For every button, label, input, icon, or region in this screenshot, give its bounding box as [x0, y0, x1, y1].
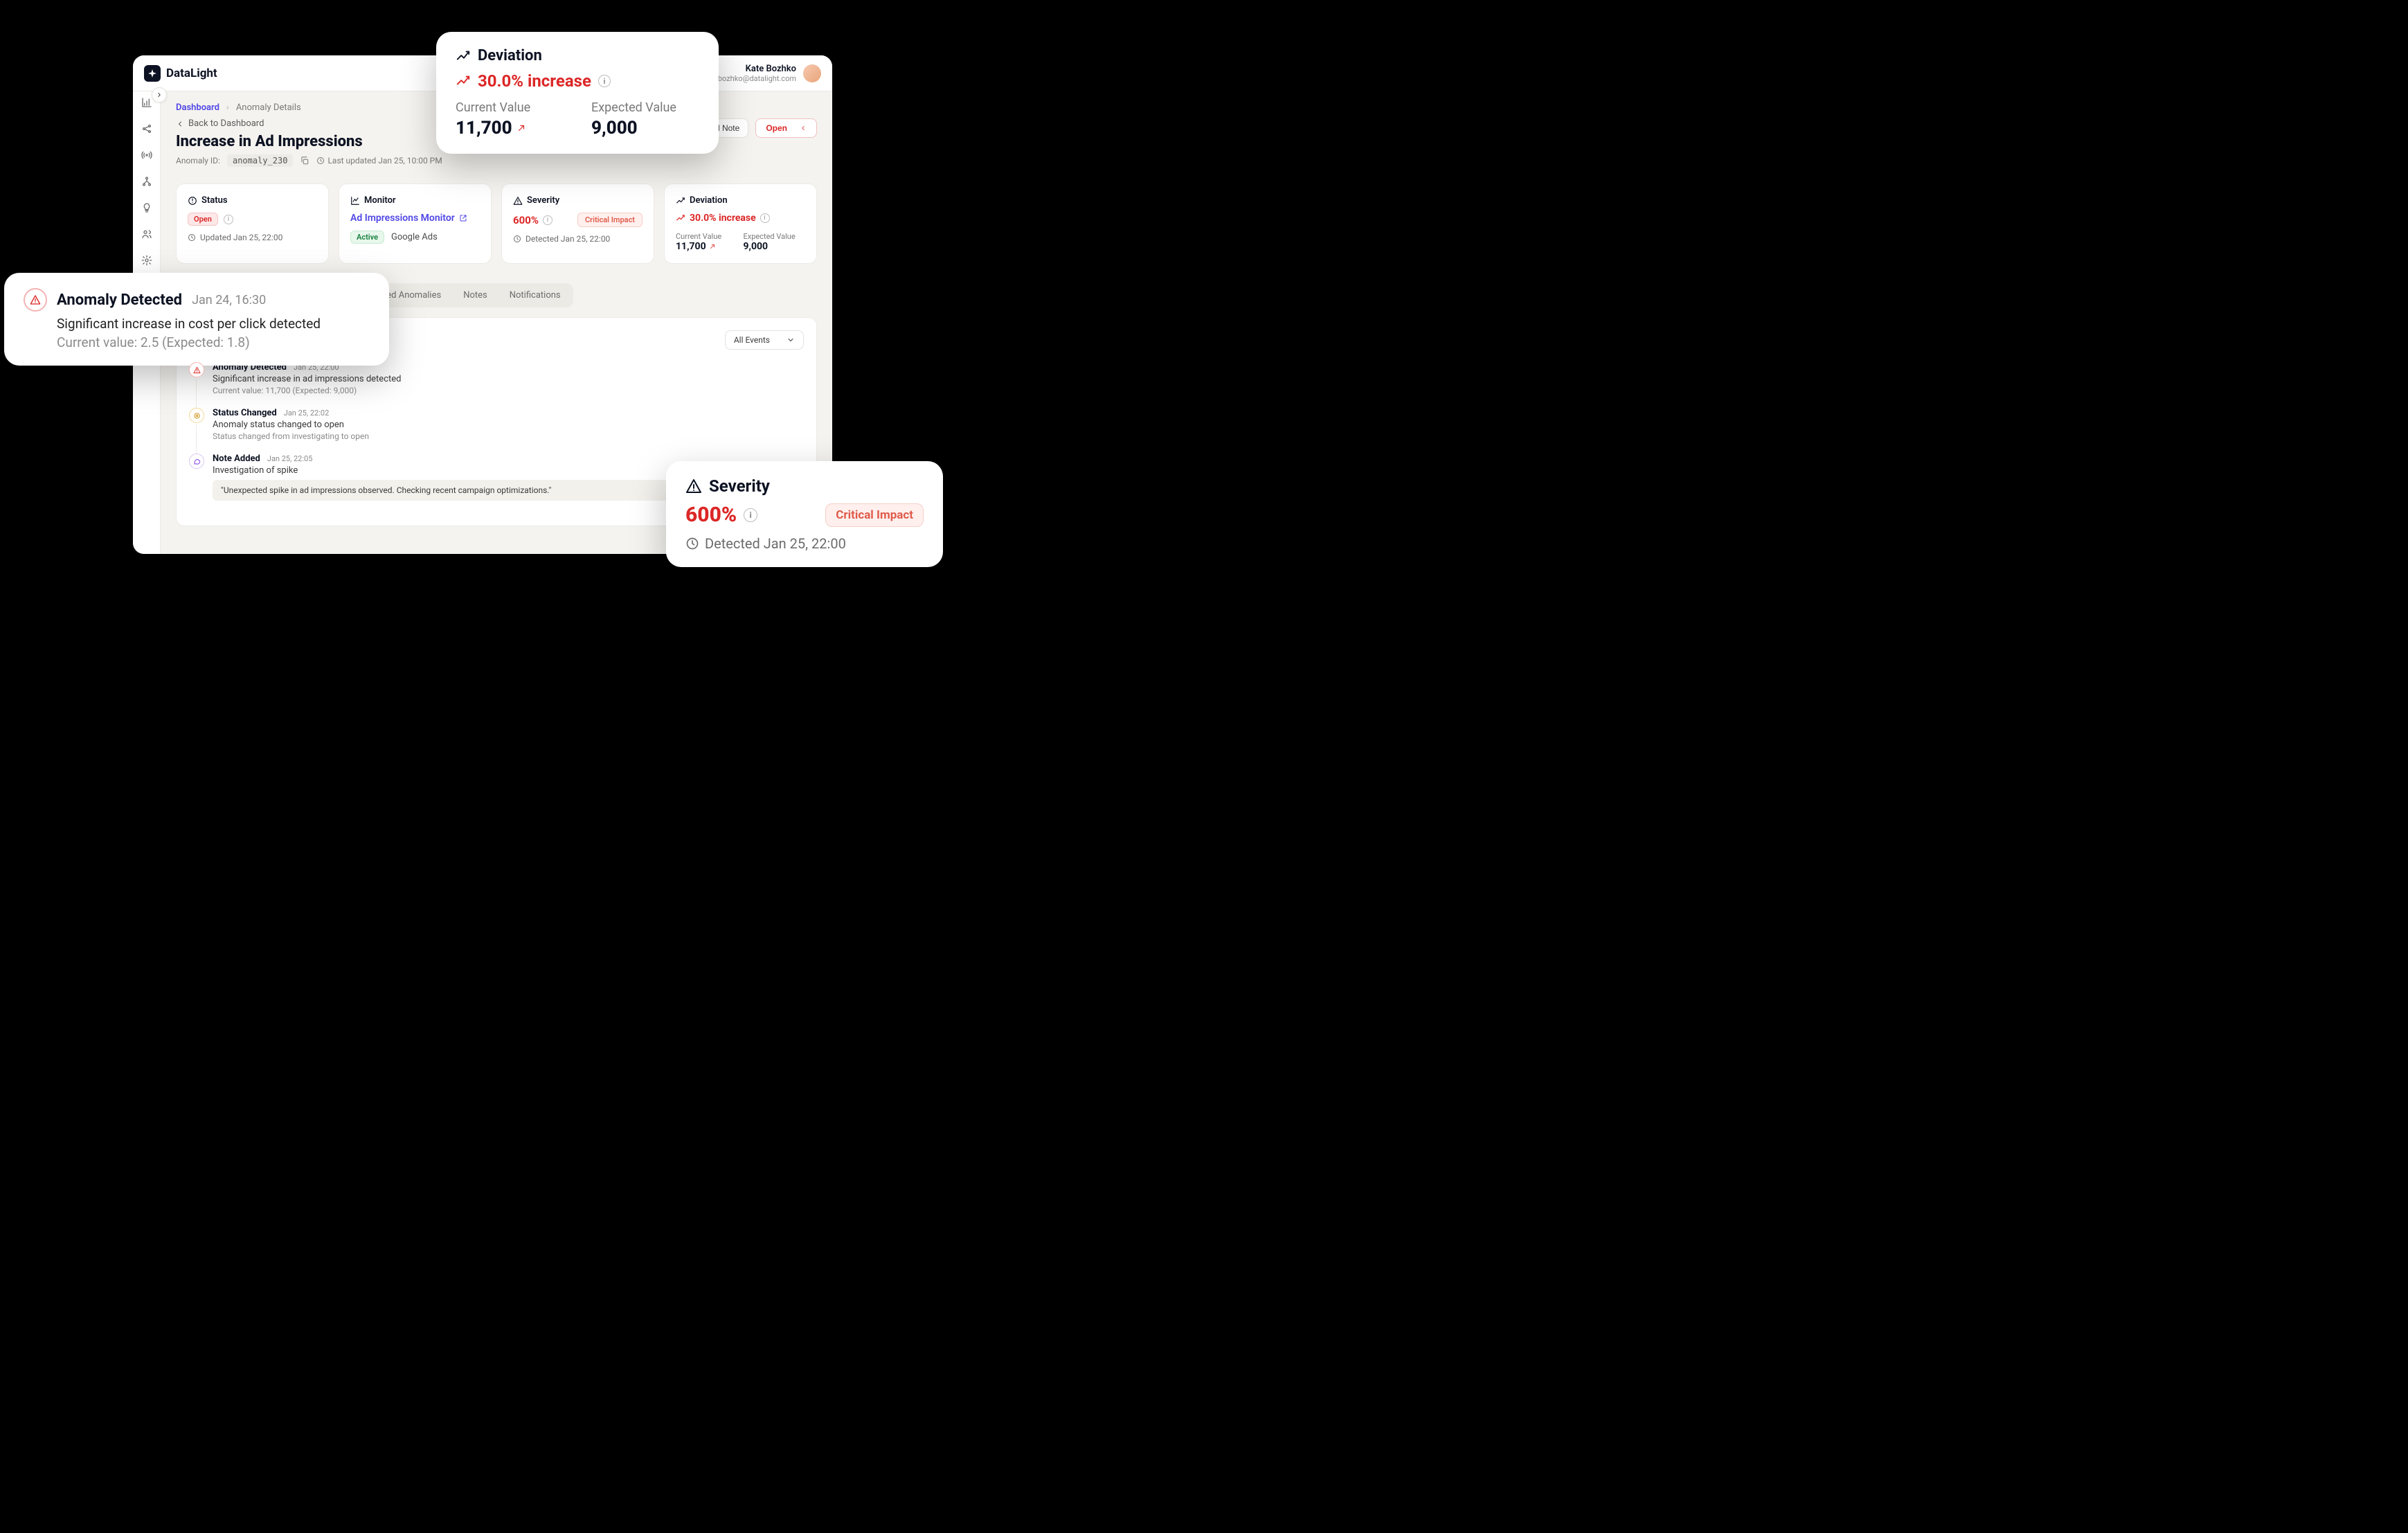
- ov-dev-expected-lbl: Expected Value: [591, 100, 699, 115]
- user-email: ka.bozhko@datalight.com: [708, 74, 796, 83]
- overlay-deviation: Deviation 30.0% increase i Current Value…: [436, 32, 719, 154]
- user-name: Kate Bozhko: [708, 64, 796, 74]
- avatar[interactable]: [803, 64, 821, 82]
- tl-sub: Current value: 11,700 (Expected: 9,000): [213, 386, 804, 395]
- active-pill: Active: [350, 231, 384, 244]
- info-icon[interactable]: i: [224, 215, 233, 224]
- card-deviation: Deviation 30.0% increase i Current Value…: [664, 183, 817, 264]
- brand-logo-icon: [144, 65, 161, 82]
- ov-sev-value: 600%: [685, 503, 737, 527]
- impact-pill: Critical Impact: [577, 213, 643, 227]
- events-filter[interactable]: All Events: [725, 330, 804, 350]
- monitor-source: Google Ads: [391, 232, 438, 242]
- severity-value: 600%: [513, 214, 539, 226]
- user-block[interactable]: Kate Bozhko ka.bozhko@datalight.com: [708, 64, 821, 83]
- ov-anom-time: Jan 24, 16:30: [192, 293, 266, 307]
- tl-line: Significant increase in ad impressions d…: [213, 374, 804, 384]
- crumb-current: Anomaly Details: [236, 102, 301, 113]
- tl-line: Anomaly status changed to open: [213, 420, 804, 430]
- ov-dev-expected-val: 9,000: [591, 118, 699, 138]
- tl-title: Note Added: [213, 454, 260, 464]
- sidebar-item-bulb[interactable]: [140, 201, 154, 215]
- alert-triangle-icon: [24, 288, 47, 312]
- info-icon[interactable]: i: [598, 75, 611, 87]
- sidebar-item-broadcast[interactable]: [140, 148, 154, 162]
- ov-anom-line2: Current value: 2.5 (Expected: 1.8): [57, 334, 370, 350]
- sidebar-item-users[interactable]: [140, 227, 154, 241]
- alert-triangle-icon: [189, 362, 204, 377]
- anomaly-id: anomaly_230: [227, 154, 293, 167]
- chevron-right-icon: ›: [226, 102, 229, 113]
- severity-detected: Detected Jan 25, 22:00: [513, 234, 643, 244]
- monitor-label: Monitor: [364, 195, 396, 206]
- ov-dev-current-lbl: Current Value: [456, 100, 564, 115]
- back-to-dashboard[interactable]: Back to Dashboard: [176, 118, 442, 129]
- severity-label: Severity: [527, 195, 559, 206]
- overlay-severity: Severity 600% i Critical Impact Detected…: [666, 461, 943, 567]
- expected-value-label: Expected Value: [744, 232, 806, 241]
- page-title: Increase in Ad Impressions: [176, 133, 442, 150]
- status-pill: Open: [188, 213, 218, 226]
- brand[interactable]: DataLight: [144, 65, 217, 82]
- tl-title: Status Changed: [213, 408, 277, 418]
- timeline-item: Anomaly Detected Jan 25, 22:00 Significa…: [189, 362, 804, 408]
- note-icon: [189, 454, 204, 469]
- ov-anom-title: Anomaly Detected: [57, 292, 182, 309]
- ov-anom-line1: Significant increase in cost per click d…: [57, 316, 370, 332]
- tl-time: Jan 25, 22:02: [284, 409, 330, 418]
- timeline-item: Status Changed Jan 25, 22:02 Anomaly sta…: [189, 408, 804, 454]
- anomaly-id-label: Anomaly ID:: [176, 156, 220, 165]
- ov-dev-current-val: 11,700: [456, 118, 512, 138]
- card-severity: Severity 600% i Critical Impact Detected…: [501, 183, 654, 264]
- brand-name: DataLight: [166, 66, 217, 80]
- ov-dev-head: Deviation: [478, 47, 542, 64]
- tl-time: Jan 25, 22:05: [267, 454, 313, 463]
- crumb-dashboard[interactable]: Dashboard: [176, 102, 219, 113]
- ov-sev-detected: Detected Jan 25, 22:00: [705, 535, 846, 552]
- ov-sev-impact: Critical Impact: [825, 503, 924, 527]
- copy-icon[interactable]: [300, 156, 309, 165]
- current-value: 11,700: [676, 241, 706, 252]
- tab-notifications[interactable]: Notifications: [500, 286, 570, 305]
- monitor-link[interactable]: Ad Impressions Monitor: [350, 213, 480, 224]
- ov-sev-head: Severity: [709, 476, 770, 496]
- open-status-button[interactable]: Open: [755, 118, 817, 138]
- anomaly-meta: Anomaly ID: anomaly_230 Last updated Jan…: [176, 154, 442, 167]
- tab-notes[interactable]: Notes: [453, 286, 497, 305]
- info-icon[interactable]: i: [543, 215, 552, 225]
- sidebar-item-tree[interactable]: [140, 174, 154, 188]
- status-label: Status: [201, 195, 228, 206]
- current-value-label: Current Value: [676, 232, 738, 241]
- sidebar-item-gear[interactable]: [140, 253, 154, 267]
- overlay-anomaly: Anomaly Detected Jan 24, 16:30 Significa…: [4, 273, 389, 366]
- ov-dev-increase: 30.0% increase: [478, 71, 591, 91]
- sidebar-item-share[interactable]: [140, 122, 154, 136]
- card-status: Status Open i Updated Jan 25, 22:00: [176, 183, 329, 264]
- last-updated: Last updated Jan 25, 10:00 PM: [316, 156, 442, 165]
- status-change-icon: [189, 408, 204, 423]
- deviation-increase: 30.0% increase: [690, 213, 756, 224]
- tl-sub: Status changed from investigating to ope…: [213, 431, 804, 441]
- card-monitor: Monitor Ad Impressions Monitor Active Go…: [339, 183, 492, 264]
- deviation-label: Deviation: [690, 195, 728, 206]
- sidebar-item-chart[interactable]: [140, 96, 154, 109]
- info-icon[interactable]: i: [744, 508, 757, 522]
- expected-value: 9,000: [744, 241, 806, 252]
- info-icon[interactable]: i: [760, 213, 770, 223]
- status-updated: Updated Jan 25, 22:00: [188, 233, 317, 242]
